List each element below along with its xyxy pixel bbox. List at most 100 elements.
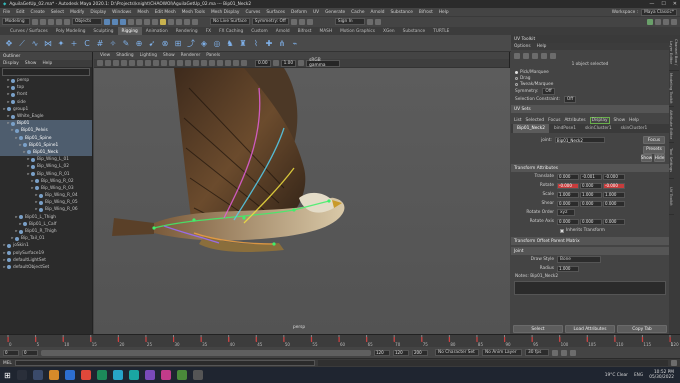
outliner-item[interactable]: ▸ Bip_Tail_01 <box>0 235 92 242</box>
menu-curves[interactable]: Curves <box>245 10 260 15</box>
outliner-item[interactable]: ▸ Bip_Wing_R_05 <box>0 199 92 206</box>
load-attributes-button[interactable]: Load Attributes <box>565 325 615 333</box>
offset-parent-matrix-section[interactable]: Transform Offset Parent Matrix <box>511 237 669 245</box>
menu-surfaces[interactable]: Surfaces <box>266 10 285 15</box>
task-view-icon[interactable] <box>32 370 43 380</box>
keyframe-mark[interactable] <box>586 337 588 342</box>
shelf-tab-fx[interactable]: FX <box>202 27 215 35</box>
undo-icon[interactable] <box>56 18 62 25</box>
keyframe-mark[interactable] <box>614 337 616 342</box>
outliner-item[interactable]: ▸ side <box>0 99 92 106</box>
tweak-radio[interactable] <box>515 82 518 86</box>
maximize-button[interactable]: ☐ <box>661 1 665 7</box>
workspace-dropdown[interactable]: Maya Classic* <box>641 8 677 16</box>
minimize-button[interactable]: — <box>649 1 654 7</box>
ae-tab-1[interactable]: bindPose1 <box>550 124 580 133</box>
rotate-y-field[interactable]: 0.000 <box>580 182 602 189</box>
keyframe-mark[interactable] <box>476 337 478 342</box>
drag-radio[interactable] <box>515 76 518 80</box>
render-icon[interactable] <box>168 18 174 25</box>
quick-rig-icon[interactable]: ♜ <box>238 38 248 49</box>
shelf-tab-rigging[interactable]: Rigging <box>117 27 142 35</box>
keyframe-mark[interactable] <box>504 337 506 342</box>
presets-button[interactable]: Presets <box>643 145 665 154</box>
camera-icon[interactable] <box>290 18 297 25</box>
orient-joint-icon[interactable]: ✦ <box>56 38 66 49</box>
character-set-dropdown[interactable]: No Character Set <box>435 349 479 356</box>
redo-icon[interactable] <box>64 18 70 25</box>
rotate-order-dropdown[interactable]: xyz <box>557 209 575 216</box>
outliner-item[interactable]: ▸ group1 <box>0 106 92 113</box>
resolution-gate-icon[interactable] <box>145 60 151 66</box>
ipr-render-icon[interactable] <box>176 18 182 25</box>
ik-handle-icon[interactable]: ⟋ <box>17 38 27 49</box>
focus-button[interactable]: Focus <box>643 136 665 144</box>
keyframe-mark[interactable] <box>62 337 64 342</box>
open-scene-icon[interactable] <box>40 18 46 25</box>
keyframe-mark[interactable] <box>531 337 533 342</box>
spotify-icon[interactable] <box>176 370 187 380</box>
joint-label-icon[interactable]: ⋔ <box>277 38 287 49</box>
menu-deform[interactable]: Deform <box>291 10 307 15</box>
draw-style-dropdown[interactable]: Bone <box>557 256 601 263</box>
outliner-item[interactable]: ▸ Bip_Wing_R_04 <box>0 192 92 199</box>
menu-modify[interactable]: Modify <box>70 10 84 15</box>
save-scene-icon[interactable] <box>48 18 54 25</box>
selection-mask-dropdown[interactable]: Objects <box>72 18 102 25</box>
outliner-item[interactable]: ▸ Bip01_L_Calf <box>0 221 92 228</box>
ae-menu-attributes[interactable]: Attributes <box>564 118 585 123</box>
outliner-item[interactable]: ▸ top <box>0 84 92 91</box>
uv-shell-mode-icon[interactable] <box>541 53 547 59</box>
outliner-item[interactable]: ▸ Bip01_Spine <box>0 134 92 142</box>
select-component-icon[interactable] <box>120 18 126 25</box>
keyframe-mark[interactable] <box>641 337 644 342</box>
outliner-item[interactable]: ▸ Bip_Wing_R_06 <box>0 206 92 213</box>
keyframe-mark[interactable] <box>366 337 368 342</box>
outliner-item[interactable]: ▸ defaultLightSet <box>0 257 92 264</box>
search-icon[interactable] <box>366 18 373 25</box>
outliner-item[interactable]: ▸ Bip01_L_Thigh <box>0 214 92 221</box>
ae-tab-0[interactable]: Bip01_Neck2 <box>513 124 549 133</box>
outliner-item[interactable]: ▸ Bip_Wing_L_01 <box>0 156 92 163</box>
app2-icon[interactable] <box>192 370 203 380</box>
modeling-toolkit-toggle-icon[interactable] <box>671 18 677 25</box>
menu-uv[interactable]: UV <box>313 10 319 15</box>
rotate-axis-z-field[interactable]: 0.000 <box>603 218 625 225</box>
menu-cache[interactable]: Cache <box>351 10 364 15</box>
outliner-menu-help[interactable]: Help <box>42 61 52 66</box>
side-tab-1[interactable]: Modeling Toolkit <box>669 71 674 107</box>
mail-icon[interactable] <box>64 370 75 380</box>
outliner-search-field[interactable] <box>2 68 90 76</box>
safe-action-icon[interactable] <box>169 60 175 66</box>
select-camera-icon[interactable] <box>97 60 103 66</box>
side-tab-3[interactable]: Tool Settings <box>669 143 674 179</box>
clock[interactable]: 10:52 PM 05/30/2022 <box>649 370 674 380</box>
tool-settings-toggle-icon[interactable] <box>663 18 669 25</box>
windows-start-icon[interactable]: ⊞ <box>4 371 11 380</box>
menu-create[interactable]: Create <box>31 10 45 15</box>
viewport-scene[interactable]: persp <box>94 68 510 334</box>
shelf-tab-motion-graphics[interactable]: Motion Graphics <box>336 27 379 35</box>
wrap-icon[interactable]: ◎ <box>212 38 222 49</box>
side-tab-2[interactable]: Attribute Editor <box>669 107 674 143</box>
pick-radio[interactable] <box>515 70 518 74</box>
start-time-field[interactable]: 0 <box>3 349 19 356</box>
skeleton-icon[interactable]: ✚ <box>264 38 274 49</box>
keyframe-mark[interactable] <box>90 337 92 342</box>
selection-constraint-dropdown[interactable]: Off <box>563 95 577 103</box>
locator-icon[interactable]: + <box>69 38 79 49</box>
uv-object-mode-icon[interactable] <box>550 53 556 59</box>
search-icon[interactable] <box>16 370 27 380</box>
snap-surface-icon[interactable] <box>152 18 158 25</box>
notes-field[interactable] <box>514 281 666 295</box>
joint-tool-icon[interactable]: ✥ <box>4 38 14 49</box>
rotate-x-field[interactable]: -0.000 <box>557 182 579 189</box>
scale-z-field[interactable]: 1.000 <box>603 191 625 198</box>
outliner-item[interactable]: ▸ Bip01_Pelvis <box>0 127 92 135</box>
menu-mesh-tools[interactable]: Mesh Tools <box>182 10 205 15</box>
orient-constraint-icon[interactable]: ⊗ <box>160 38 170 49</box>
uv-help-menu[interactable]: Help <box>537 44 547 49</box>
translate-z-field[interactable]: -0.000 <box>603 173 625 180</box>
outliner-item[interactable]: ▸ persp <box>0 77 92 84</box>
outliner-item[interactable]: ▸ Bip_Wing_R_01 <box>0 170 92 177</box>
